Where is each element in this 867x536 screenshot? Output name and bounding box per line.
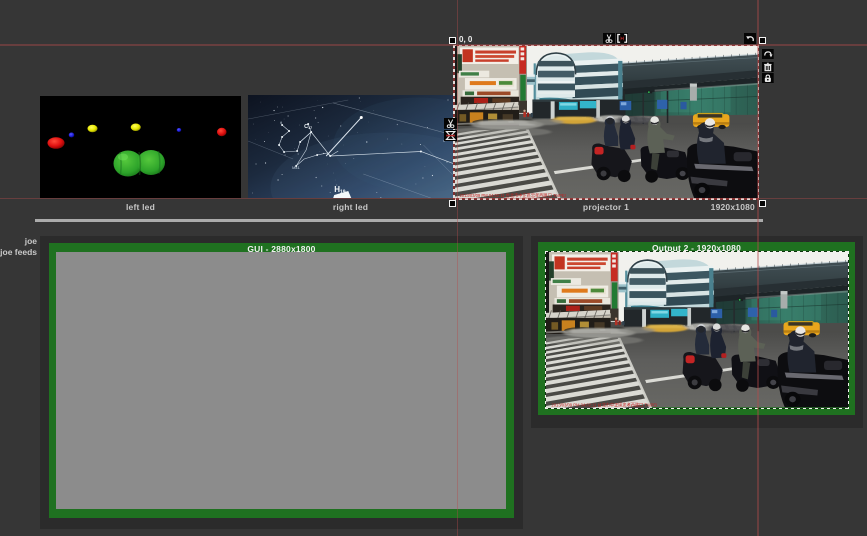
svg-text:M41: M41 (292, 165, 301, 170)
svg-text:2013/03/09 PM 04:02:11 台北市中正區忠: 2013/03/09 PM 04:02:11 台北市中正區忠孝西路口 TAIPE… (552, 402, 658, 408)
svg-text:θ: θ (280, 121, 282, 125)
